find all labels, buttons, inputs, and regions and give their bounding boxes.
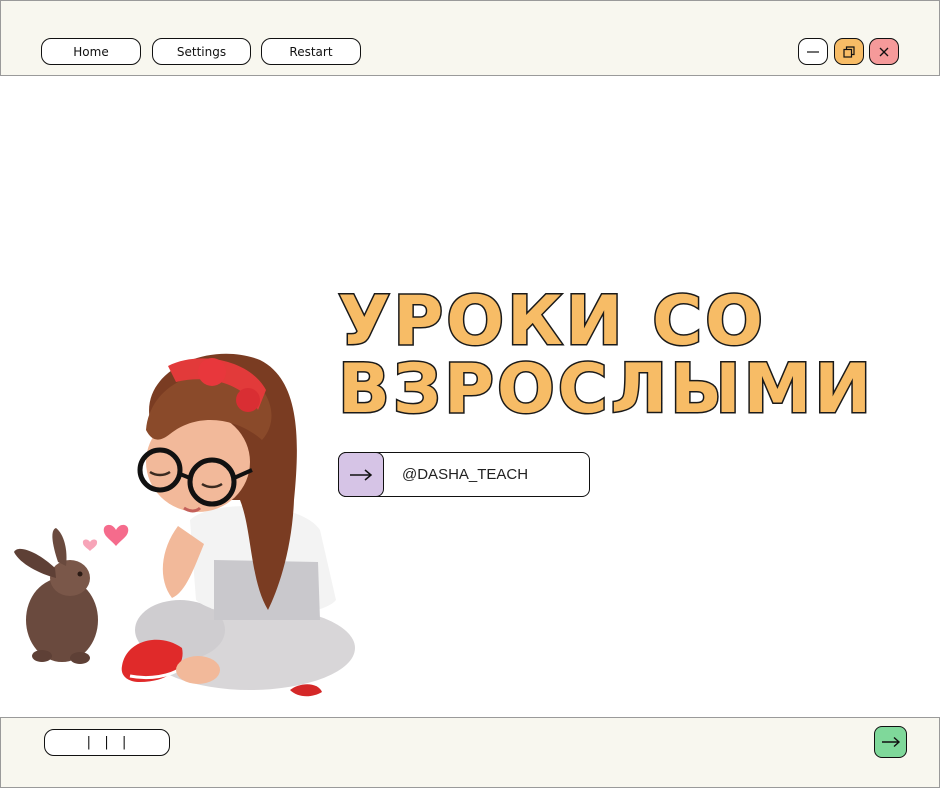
bunny [14,528,98,664]
social-handle: @DASHA_TEACH [402,466,529,483]
restore-button[interactable] [834,38,864,65]
heart-icon [103,524,129,546]
close-icon [879,47,889,56]
restart-button[interactable]: Restart [261,38,361,65]
title-line-1: УРОКИ СО [337,282,766,361]
page-title: УРОКИ СО ВЗРОСЛЫМИ [337,282,898,429]
restore-icon [843,45,855,58]
pager-indicator[interactable]: | | | [44,729,170,756]
arrow-right-icon [350,468,373,481]
heart-icon [82,539,98,551]
girl [121,353,355,697]
girl-with-bunny-illustration [14,353,355,697]
handle-arrow-button[interactable] [338,452,384,497]
title-line-2: ВЗРОСЛЫМИ [337,350,875,429]
pager-label: | | | [84,735,130,750]
bottom-bar: | | | [0,717,940,788]
close-button[interactable] [869,38,899,65]
social-handle-pill: @DASHA_TEACH [338,452,590,497]
minimize-icon [807,50,819,53]
arrow-right-icon [881,736,900,748]
minimize-button[interactable] [798,38,828,65]
settings-button[interactable]: Settings [152,38,251,65]
top-bar: Home Settings Restart [0,0,940,76]
next-button[interactable] [874,726,907,758]
home-button[interactable]: Home [41,38,141,65]
